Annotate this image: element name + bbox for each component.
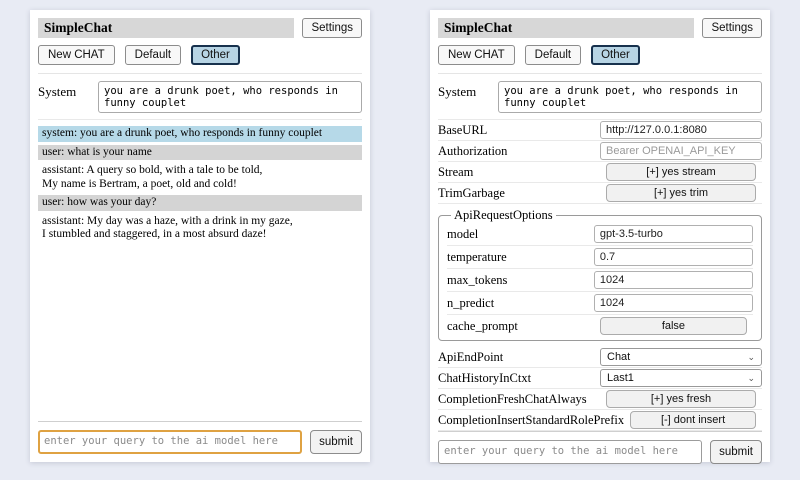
setting-row-baseurl: BaseURL: [438, 120, 762, 141]
query-input[interactable]: [38, 430, 302, 454]
api-endpoint-label: ApiEndPoint: [438, 350, 600, 365]
temperature-input[interactable]: [594, 248, 753, 266]
cache-prompt-label: cache_prompt: [447, 319, 594, 334]
setting-row-chat-history-in-ctxt: ChatHistoryInCtxt Last1 ⌄: [438, 368, 762, 389]
system-prompt-input[interactable]: you are a drunk poet, who responds in fu…: [498, 81, 762, 113]
chat-message-system: system: you are a drunk poet, who respon…: [38, 126, 362, 142]
chat-history-selected-value: Last1: [607, 372, 634, 384]
authorization-input[interactable]: [600, 142, 762, 160]
header: SimpleChat Settings: [38, 18, 362, 38]
chat-panel: SimpleChat Settings New CHAT Default Oth…: [30, 10, 370, 462]
system-prompt-input[interactable]: you are a drunk poet, who responds in fu…: [98, 81, 362, 113]
chat-message-user: user: how was your day?: [38, 195, 362, 211]
temperature-label: temperature: [447, 250, 594, 265]
setting-row-temperature: temperature: [447, 246, 753, 269]
api-endpoint-selected-value: Chat: [607, 351, 630, 363]
chat-messages: system: you are a drunk poet, who respon…: [38, 126, 362, 246]
query-row: submit: [438, 440, 762, 464]
app-title: SimpleChat: [438, 18, 694, 38]
settings-button[interactable]: Settings: [702, 18, 762, 38]
session-buttons: New CHAT Default Other: [38, 45, 362, 74]
system-prompt-label: System: [438, 81, 498, 113]
submit-button[interactable]: submit: [310, 430, 362, 454]
trimgarbage-toggle-button[interactable]: [+] yes trim: [606, 184, 756, 202]
spacer: [38, 246, 362, 422]
submit-button[interactable]: submit: [710, 440, 762, 464]
page: SimpleChat Settings New CHAT Default Oth…: [0, 0, 800, 480]
session-button-default[interactable]: Default: [525, 45, 581, 65]
setting-row-authorization: Authorization: [438, 141, 762, 162]
system-prompt-row: System you are a drunk poet, who respond…: [438, 74, 762, 120]
session-buttons: New CHAT Default Other: [438, 45, 762, 74]
completion-insert-standard-role-prefix-toggle-button[interactable]: [-] dont insert: [630, 411, 756, 429]
completion-fresh-chat-always-label: CompletionFreshChatAlways: [438, 392, 600, 407]
trimgarbage-label: TrimGarbage: [438, 186, 600, 201]
chat-history-in-ctxt-select[interactable]: Last1 ⌄: [600, 369, 762, 387]
session-button-other[interactable]: Other: [591, 45, 640, 65]
chat-history-in-ctxt-label: ChatHistoryInCtxt: [438, 371, 600, 386]
stream-toggle-button[interactable]: [+] yes stream: [606, 163, 756, 181]
app-title: SimpleChat: [38, 18, 294, 38]
divider: [38, 421, 362, 422]
authorization-label: Authorization: [438, 144, 600, 159]
setting-row-completion-fresh-chat-always: CompletionFreshChatAlways [+] yes fresh: [438, 389, 762, 410]
setting-row-api-endpoint: ApiEndPoint Chat ⌄: [438, 347, 762, 368]
api-endpoint-select[interactable]: Chat ⌄: [600, 348, 762, 366]
settings-panel: SimpleChat Settings New CHAT Default Oth…: [430, 10, 770, 462]
chat-message-assistant: assistant: A query so bold, with a tale …: [38, 163, 362, 192]
completion-fresh-chat-always-toggle-button[interactable]: [+] yes fresh: [606, 390, 756, 408]
completion-insert-standard-role-prefix-label: CompletionInsertStandardRolePrefix: [438, 413, 624, 428]
setting-row-stream: Stream [+] yes stream: [438, 162, 762, 183]
setting-row-trimgarbage: TrimGarbage [+] yes trim: [438, 183, 762, 204]
divider: [438, 431, 762, 432]
session-button-other[interactable]: Other: [191, 45, 240, 65]
setting-row-cache-prompt: cache_prompt false: [447, 315, 753, 337]
n-predict-label: n_predict: [447, 296, 594, 311]
model-input[interactable]: [594, 225, 753, 243]
chat-message-assistant: assistant: My day was a haze, with a dri…: [38, 214, 362, 243]
baseurl-label: BaseURL: [438, 123, 600, 138]
setting-row-completion-insert-standard-role-prefix: CompletionInsertStandardRolePrefix [-] d…: [438, 410, 762, 431]
system-prompt-label: System: [38, 81, 98, 113]
query-input[interactable]: [438, 440, 702, 464]
max-tokens-label: max_tokens: [447, 273, 594, 288]
api-request-options-fieldset: ApiRequestOptions model temperature max_…: [438, 208, 762, 341]
max-tokens-input[interactable]: [594, 271, 753, 289]
n-predict-input[interactable]: [594, 294, 753, 312]
new-chat-button[interactable]: New CHAT: [38, 45, 115, 65]
setting-row-max-tokens: max_tokens: [447, 269, 753, 292]
chevron-down-icon: ⌄: [747, 374, 755, 383]
header: SimpleChat Settings: [438, 18, 762, 38]
setting-row-model: model: [447, 223, 753, 246]
settings-button[interactable]: Settings: [302, 18, 362, 38]
api-request-options-legend: ApiRequestOptions: [451, 208, 556, 223]
chat-message-user: user: what is your name: [38, 145, 362, 161]
model-label: model: [447, 227, 594, 242]
query-row: submit: [38, 430, 362, 454]
baseurl-input[interactable]: [600, 121, 762, 139]
cache-prompt-toggle-button[interactable]: false: [600, 317, 747, 335]
stream-label: Stream: [438, 165, 600, 180]
session-button-default[interactable]: Default: [125, 45, 181, 65]
chevron-down-icon: ⌄: [747, 353, 755, 362]
new-chat-button[interactable]: New CHAT: [438, 45, 515, 65]
system-prompt-row: System you are a drunk poet, who respond…: [38, 74, 362, 120]
setting-row-n-predict: n_predict: [447, 292, 753, 315]
